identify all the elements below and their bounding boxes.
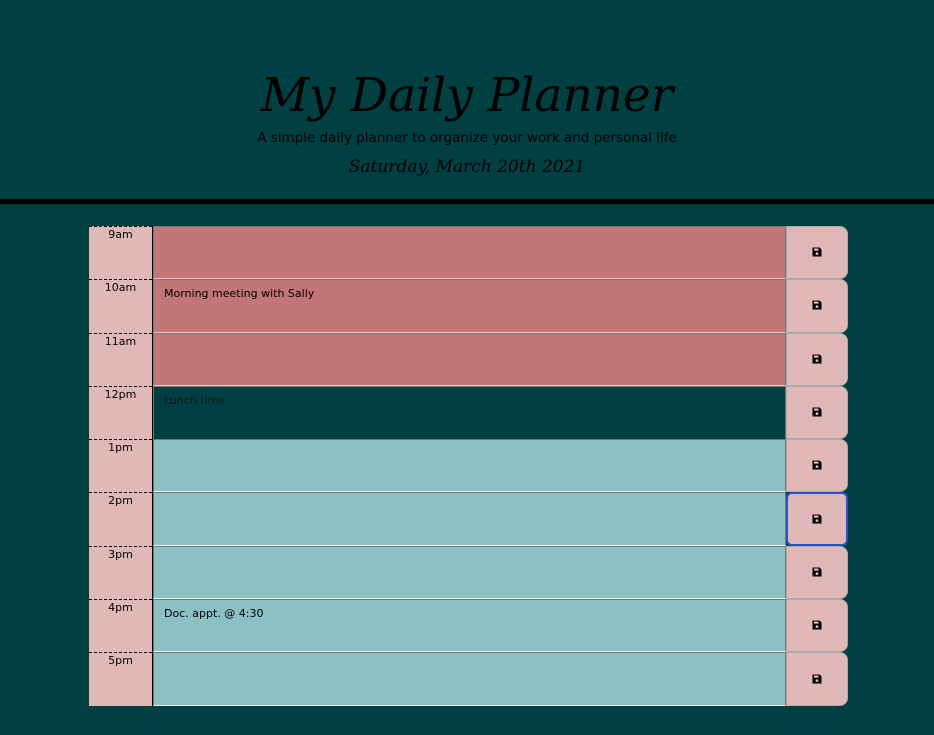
save-button[interactable] bbox=[786, 439, 848, 493]
time-block: 10am Morning meeting with Sally bbox=[89, 279, 849, 333]
floppy-disk-icon bbox=[812, 245, 822, 260]
description-input[interactable]: Morning meeting with Sally bbox=[153, 279, 786, 333]
header-divider bbox=[0, 199, 934, 204]
save-button[interactable] bbox=[786, 652, 848, 706]
hour-label: 2pm bbox=[89, 492, 152, 546]
time-block: 12pm Lunch time bbox=[89, 385, 849, 440]
hour-label: 3pm bbox=[89, 545, 152, 600]
time-block: 2pm bbox=[89, 492, 849, 546]
description-input[interactable] bbox=[153, 439, 786, 493]
hour-label: 11am bbox=[89, 332, 152, 386]
save-button[interactable] bbox=[786, 545, 848, 600]
description-input[interactable] bbox=[153, 492, 786, 546]
floppy-disk-icon bbox=[812, 618, 822, 633]
floppy-disk-icon bbox=[812, 298, 822, 313]
save-button[interactable] bbox=[786, 599, 848, 653]
floppy-disk-icon bbox=[812, 512, 822, 527]
page-subtitle: A simple daily planner to organize your … bbox=[257, 130, 677, 146]
description-input[interactable] bbox=[153, 226, 786, 280]
time-block: 9am bbox=[89, 226, 849, 280]
time-block-container: 9am 10am Morning meeting with Sally 11am… bbox=[89, 226, 849, 706]
description-input[interactable]: Lunch time bbox=[153, 385, 786, 440]
description-input[interactable] bbox=[153, 652, 786, 706]
time-block: 11am bbox=[89, 332, 849, 386]
floppy-disk-icon bbox=[812, 352, 822, 367]
hour-label: 4pm bbox=[89, 599, 152, 653]
hour-label: 1pm bbox=[89, 439, 152, 493]
floppy-disk-icon bbox=[812, 458, 822, 473]
save-button[interactable] bbox=[786, 385, 848, 440]
time-block: 3pm bbox=[89, 545, 849, 600]
current-day: Saturday, March 20th 2021 bbox=[348, 157, 586, 177]
floppy-disk-icon bbox=[812, 672, 822, 687]
floppy-disk-icon bbox=[812, 565, 822, 580]
hour-label: 12pm bbox=[89, 385, 152, 440]
save-button[interactable] bbox=[786, 332, 848, 386]
description-input[interactable] bbox=[153, 545, 786, 600]
hour-label: 9am bbox=[89, 226, 152, 280]
time-block: 4pm Doc. appt. @ 4:30 bbox=[89, 599, 849, 653]
save-button[interactable] bbox=[786, 492, 848, 546]
description-input[interactable]: Doc. appt. @ 4:30 bbox=[153, 599, 786, 653]
hour-label: 5pm bbox=[89, 652, 152, 706]
description-input[interactable] bbox=[153, 332, 786, 386]
time-block: 5pm bbox=[89, 652, 849, 706]
save-button[interactable] bbox=[786, 226, 848, 280]
page-title: My Daily Planner bbox=[260, 68, 674, 123]
hour-label: 10am bbox=[89, 279, 152, 333]
time-block: 1pm bbox=[89, 439, 849, 493]
save-button[interactable] bbox=[786, 279, 848, 333]
header: My Daily Planner A simple daily planner … bbox=[0, 0, 934, 199]
floppy-disk-icon bbox=[812, 405, 822, 420]
